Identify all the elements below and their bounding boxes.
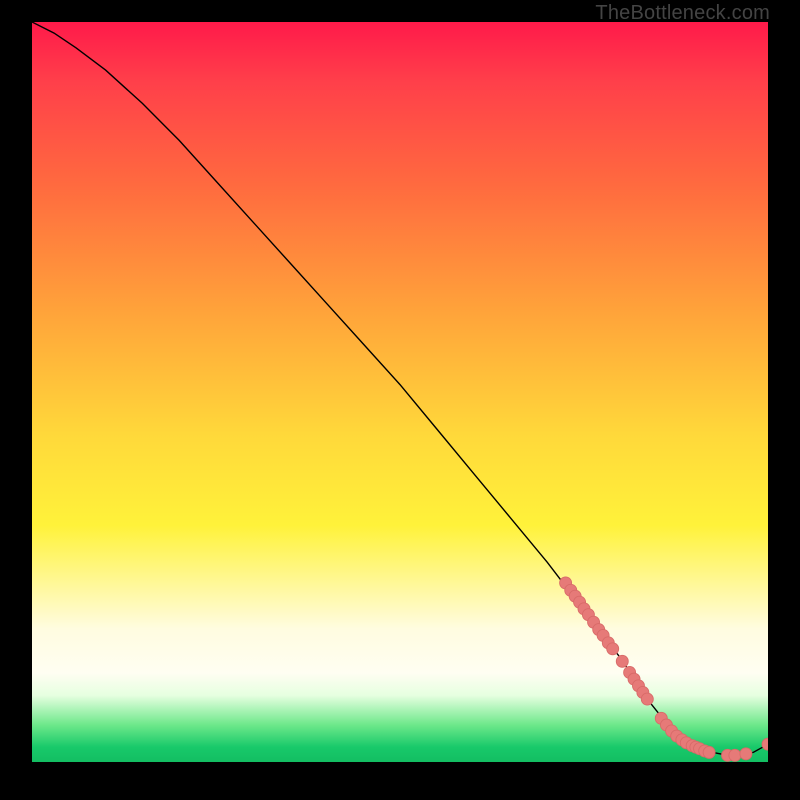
- scatter-point: [641, 693, 653, 705]
- plot-area: [32, 22, 768, 762]
- chart-stage: TheBottleneck.com: [0, 0, 800, 800]
- scatter-point: [703, 746, 715, 758]
- scatter-point: [616, 655, 628, 667]
- scatter-point: [762, 738, 768, 750]
- highlighted-points: [560, 577, 768, 761]
- scatter-point: [740, 748, 752, 760]
- points-layer: [32, 22, 768, 762]
- scatter-point: [729, 749, 741, 761]
- scatter-point: [607, 643, 619, 655]
